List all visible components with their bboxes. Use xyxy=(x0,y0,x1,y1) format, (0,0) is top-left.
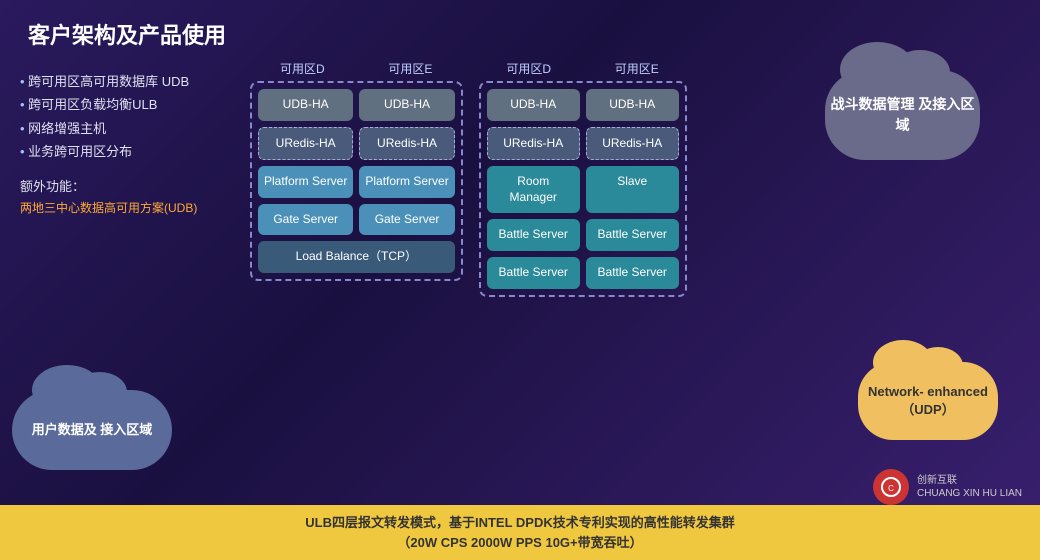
left-dashed-container: UDB-HA UDB-HA URedis-HA URedis-HA Platfo… xyxy=(250,81,463,281)
extra-feature-title: 额外功能： xyxy=(20,176,240,195)
feature-item-1: 跨可用区高可用数据库 UDB xyxy=(20,70,240,93)
company-tagline: CHUANG XIN HU LIAN xyxy=(917,487,1022,500)
cloud-network: Network- enhanced （UDP） xyxy=(858,362,998,440)
right-zone-e-header: 可用区E xyxy=(587,60,687,77)
right-zone-headers: 可用区D 可用区E xyxy=(479,60,687,77)
left-panel: 跨可用区高可用数据库 UDB 跨可用区负载均衡ULB 网络增强主机 业务跨可用区… xyxy=(20,60,240,297)
left-uredis-ha-e: URedis-HA xyxy=(359,127,454,161)
left-udb-ha-e: UDB-HA xyxy=(359,89,454,121)
left-gate-server-d: Gate Server xyxy=(258,204,353,236)
left-platform-server-e: Platform Server xyxy=(359,166,454,198)
extra-feature-link[interactable]: 两地三中心数据高可用方案(UDB) xyxy=(20,199,240,216)
right-udb-ha-d: UDB-HA xyxy=(487,89,580,121)
svg-text:C: C xyxy=(888,484,894,493)
logo-text: 创新互联 CHUANG XIN HU LIAN xyxy=(917,474,1022,500)
right-uredis-ha-d: URedis-HA xyxy=(487,127,580,161)
left-uredis-ha-d: URedis-HA xyxy=(258,127,353,161)
right-room-manager: Room Manager xyxy=(487,166,580,213)
right-battle-server-d2: Battle Server xyxy=(487,257,580,289)
left-zone-d-header: 可用区D xyxy=(252,60,352,77)
left-udb-ha-d: UDB-HA xyxy=(258,89,353,121)
left-gate-row: Gate Server Gate Server xyxy=(258,204,455,236)
left-uredis-row: URedis-HA URedis-HA xyxy=(258,127,455,161)
right-room-row: Room Manager Slave xyxy=(487,166,679,213)
left-udb-row: UDB-HA UDB-HA xyxy=(258,89,455,121)
bottom-banner-line2: （20W CPS 2000W PPS 10G+带宽吞吐） xyxy=(20,533,1020,553)
feature-list: 跨可用区高可用数据库 UDB 跨可用区负载均衡ULB 网络增强主机 业务跨可用区… xyxy=(20,70,240,164)
feature-item-4: 业务跨可用区分布 xyxy=(20,140,240,163)
left-platform-server-d: Platform Server xyxy=(258,166,353,198)
right-zone-d-header: 可用区D xyxy=(479,60,579,77)
left-platform-row: Platform Server Platform Server xyxy=(258,166,455,198)
right-slave: Slave xyxy=(586,166,679,213)
company-name: 创新互联 xyxy=(917,474,1022,487)
right-battle-row2: Battle Server Battle Server xyxy=(487,257,679,289)
cloud-left: 用户数据及 接入区域 xyxy=(12,390,172,470)
left-gate-server-e: Gate Server xyxy=(359,204,454,236)
right-battle-row1: Battle Server Battle Server xyxy=(487,219,679,251)
bottom-banner: ULB四层报文转发模式，基于INTEL DPDK技术专利实现的高性能转发集群 （… xyxy=(0,505,1040,560)
right-battle-server-e2: Battle Server xyxy=(586,257,679,289)
right-battle-server-e1: Battle Server xyxy=(586,219,679,251)
feature-item-2: 跨可用区负载均衡ULB xyxy=(20,93,240,116)
right-uredis-row: URedis-HA URedis-HA xyxy=(487,127,679,161)
left-cluster: 可用区D 可用区E UDB-HA UDB-HA URedis-HA URedis… xyxy=(250,60,463,297)
left-load-balance: Load Balance（TCP） xyxy=(258,241,455,273)
logo-icon: C xyxy=(873,469,909,505)
right-battle-server-d1: Battle Server xyxy=(487,219,580,251)
logo-area: C 创新互联 CHUANG XIN HU LIAN xyxy=(873,469,1022,505)
right-dashed-container: UDB-HA UDB-HA URedis-HA URedis-HA Room M… xyxy=(479,81,687,297)
logo-svg: C xyxy=(880,476,902,498)
left-zone-headers: 可用区D 可用区E xyxy=(250,60,463,77)
right-udb-ha-e: UDB-HA xyxy=(586,89,679,121)
cloud-right: 战斗数据管理 及接入区域 xyxy=(825,70,980,160)
left-zone-e-header: 可用区E xyxy=(360,60,460,77)
right-uredis-ha-e: URedis-HA xyxy=(586,127,679,161)
right-cluster: 可用区D 可用区E UDB-HA UDB-HA URedis-HA URedis… xyxy=(479,60,687,297)
feature-item-3: 网络增强主机 xyxy=(20,117,240,140)
right-udb-row: UDB-HA UDB-HA xyxy=(487,89,679,121)
bottom-banner-line1: ULB四层报文转发模式，基于INTEL DPDK技术专利实现的高性能转发集群 xyxy=(20,513,1020,533)
